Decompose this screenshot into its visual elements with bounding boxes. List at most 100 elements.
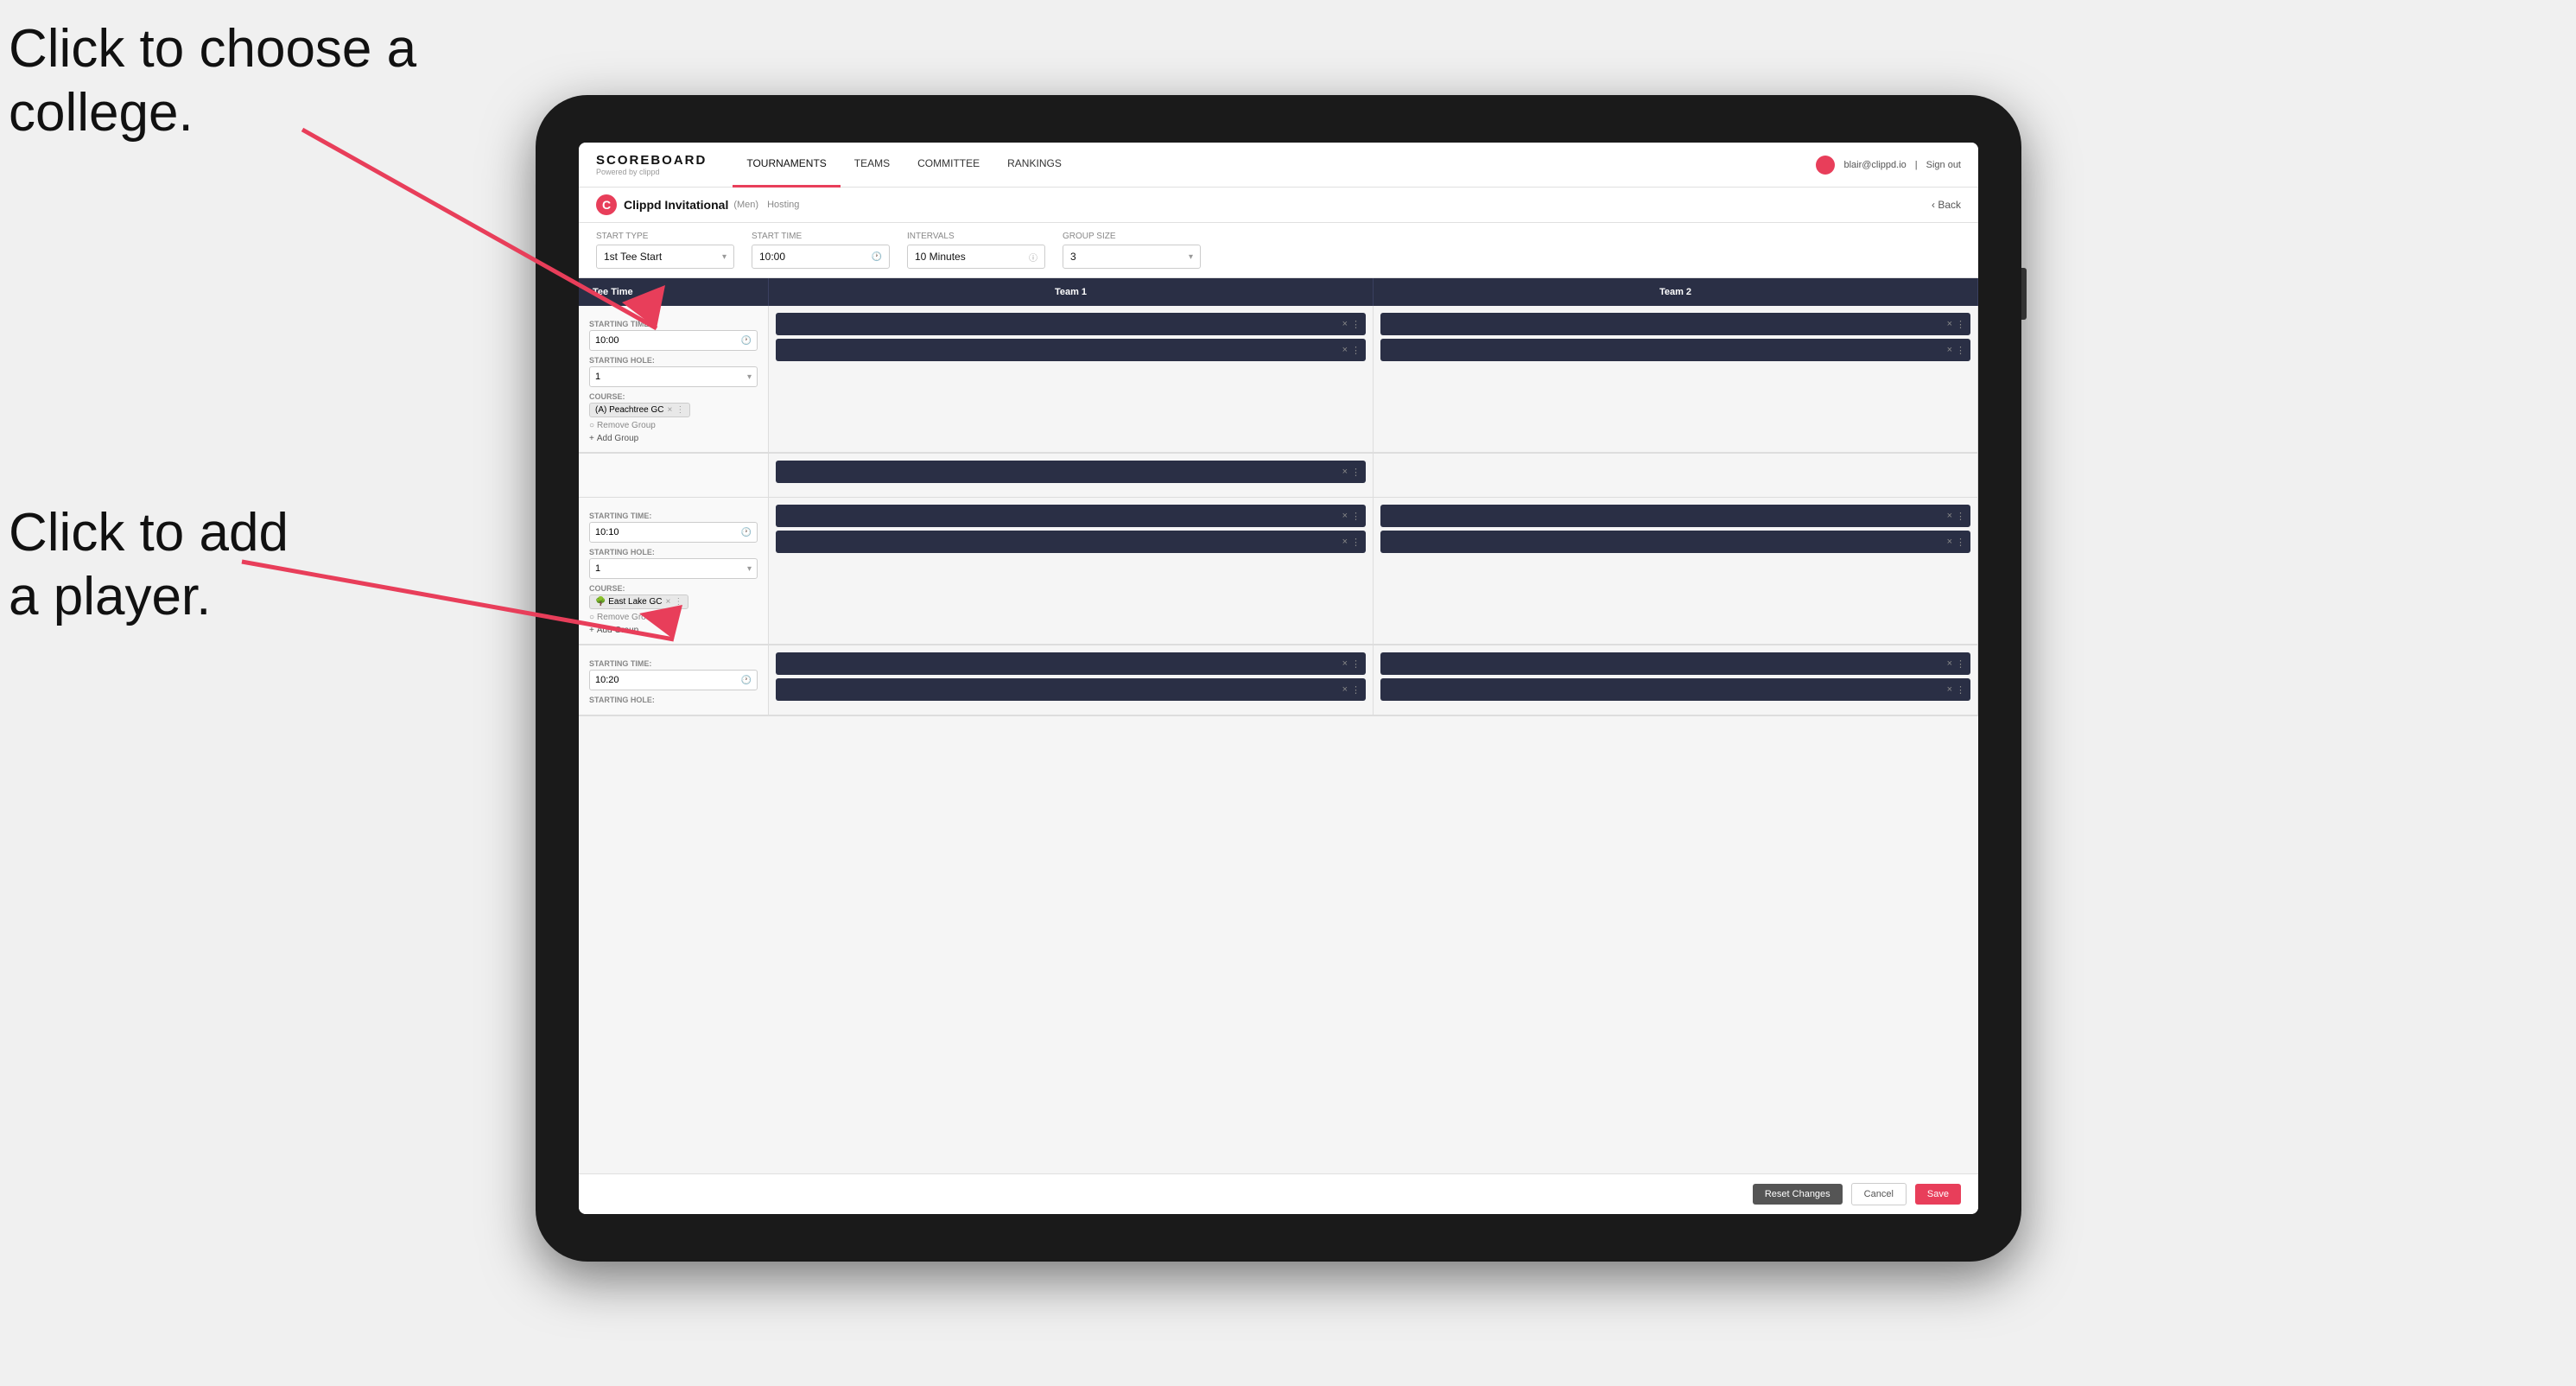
info-icon: ⓘ <box>1029 251 1037 264</box>
player-slot-t2-1-2[interactable]: × ⋮ <box>1380 339 1970 361</box>
player-x-icon-1b[interactable]: × <box>1342 467 1348 477</box>
player-slot-1-2[interactable]: × ⋮ <box>776 339 1366 361</box>
player-slot-t2-3-1[interactable]: × ⋮ <box>1380 652 1970 675</box>
player-expand-icon-2[interactable]: ⋮ <box>1351 345 1361 356</box>
starting-time-input-2[interactable]: 10:10 🕐 <box>589 522 758 543</box>
hosting-label: Hosting <box>767 200 799 210</box>
table-content: STARTING TIME: 10:00 🕐 STARTING HOLE: 1 … <box>579 306 1978 1173</box>
start-type-label: Start Type <box>596 232 734 241</box>
intervals-input[interactable]: 10 Minutes ⓘ <box>907 245 1045 269</box>
nav-link-teams[interactable]: TEAMS <box>841 143 904 188</box>
cancel-button[interactable]: Cancel <box>1851 1183 1907 1205</box>
remove-group-btn-1[interactable]: ○ Remove Group <box>589 421 758 430</box>
player-x-icon-t2-2-2[interactable]: × <box>1947 537 1952 547</box>
team1-cell-1b: × ⋮ <box>769 454 1374 497</box>
start-type-input[interactable]: 1st Tee Start ▾ <box>596 245 734 269</box>
remove-group-btn-2[interactable]: ○ Remove Group <box>589 613 758 622</box>
player-expand-icon-3-1[interactable]: ⋮ <box>1351 658 1361 670</box>
row-left-3: STARTING TIME: 10:20 🕐 STARTING HOLE: <box>579 645 769 715</box>
player-slot-2-1[interactable]: × ⋮ <box>776 505 1366 527</box>
add-group-btn-1[interactable]: + Add Group <box>589 434 758 443</box>
tournament-badge: (Men) <box>733 200 758 210</box>
intervals-field: Intervals 10 Minutes ⓘ <box>907 232 1045 269</box>
settings-bar: Start Type 1st Tee Start ▾ Start Time 10… <box>579 223 1978 278</box>
plus-icon-1: + <box>589 434 594 443</box>
nav-link-rankings[interactable]: RANKINGS <box>993 143 1075 188</box>
starting-time-input-3[interactable]: 10:20 🕐 <box>589 670 758 690</box>
player-slot-1b-1[interactable]: × ⋮ <box>776 461 1366 483</box>
tablet-power-button <box>2021 268 2027 320</box>
player-expand-icon-t2-1[interactable]: ⋮ <box>1956 319 1965 330</box>
remove-course-icon-2[interactable]: × <box>665 597 670 607</box>
course-tag-2[interactable]: 🌳 East Lake GC × ⋮ <box>589 594 688 609</box>
nav-bar: SCOREBOARD Powered by clippd TOURNAMENTS… <box>579 143 1978 188</box>
group-size-label: Group Size <box>1063 232 1201 241</box>
player-slot-3-1[interactable]: × ⋮ <box>776 652 1366 675</box>
table-row-3: STARTING TIME: 10:20 🕐 STARTING HOLE: × … <box>579 645 1978 716</box>
player-slot-t2-2-1[interactable]: × ⋮ <box>1380 505 1970 527</box>
course-expand-icon-2[interactable]: ⋮ <box>674 597 682 607</box>
avatar <box>1816 156 1835 175</box>
player-x-icon-3-2[interactable]: × <box>1342 684 1348 695</box>
nav-link-tournaments[interactable]: TOURNAMENTS <box>733 143 840 188</box>
nav-right: blair@clippd.io | Sign out <box>1816 156 1961 175</box>
annotation-bottom: Click to adda player. <box>9 501 289 630</box>
save-button[interactable]: Save <box>1915 1184 1961 1205</box>
chevron-icon-2: ▾ <box>747 564 752 574</box>
start-time-label: Start Time <box>752 232 890 241</box>
player-x-icon-2-2[interactable]: × <box>1342 537 1348 547</box>
player-x-icon-2[interactable]: × <box>1342 345 1348 355</box>
starting-time-input-1[interactable]: 10:00 🕐 <box>589 330 758 351</box>
table-row: STARTING TIME: 10:00 🕐 STARTING HOLE: 1 … <box>579 306 1978 454</box>
remove-course-icon-1[interactable]: × <box>667 405 672 415</box>
player-expand-icon-t2-3-1[interactable]: ⋮ <box>1956 658 1965 670</box>
player-slot-2-2[interactable]: × ⋮ <box>776 531 1366 553</box>
player-expand-icon-1b[interactable]: ⋮ <box>1351 467 1361 478</box>
player-expand-icon-2-2[interactable]: ⋮ <box>1351 537 1361 548</box>
player-x-icon[interactable]: × <box>1342 319 1348 329</box>
player-expand-icon-t2-2-2[interactable]: ⋮ <box>1956 537 1965 548</box>
player-expand-icon-t2-3-2[interactable]: ⋮ <box>1956 684 1965 696</box>
player-x-icon-t2-2[interactable]: × <box>1947 345 1952 355</box>
player-expand-icon-t2-2[interactable]: ⋮ <box>1956 345 1965 356</box>
sign-out-link[interactable]: Sign out <box>1926 160 1961 170</box>
player-x-icon-t2-1[interactable]: × <box>1947 319 1952 329</box>
player-x-icon-t2-2-1[interactable]: × <box>1947 511 1952 521</box>
user-email: blair@clippd.io <box>1843 160 1906 170</box>
separator: | <box>1915 160 1918 170</box>
col-team1: Team 1 <box>769 278 1374 306</box>
nav-link-committee[interactable]: COMMITTEE <box>904 143 993 188</box>
course-tag-1[interactable]: (A) Peachtree GC × ⋮ <box>589 403 690 417</box>
course-expand-icon-1[interactable]: ⋮ <box>676 405 684 415</box>
group-size-input[interactable]: 3 ▾ <box>1063 245 1201 269</box>
player-x-icon-2-1[interactable]: × <box>1342 511 1348 521</box>
player-slot-3-2[interactable]: × ⋮ <box>776 678 1366 701</box>
player-x-icon-t2-3-1[interactable]: × <box>1947 658 1952 669</box>
player-x-icon-3-1[interactable]: × <box>1342 658 1348 669</box>
intervals-label: Intervals <box>907 232 1045 241</box>
nav-logo-title: SCOREBOARD <box>596 153 707 168</box>
player-expand-icon-3-2[interactable]: ⋮ <box>1351 684 1361 696</box>
starting-hole-input-2[interactable]: 1 ▾ <box>589 558 758 579</box>
plus-icon-2: + <box>589 626 594 635</box>
team2-cell-1: × ⋮ × ⋮ <box>1374 306 1978 452</box>
table-row-1b: × ⋮ <box>579 454 1978 498</box>
team2-cell-1b <box>1374 454 1978 497</box>
start-time-input[interactable]: 10:00 🕐 <box>752 245 890 269</box>
player-slot-t2-3-2[interactable]: × ⋮ <box>1380 678 1970 701</box>
player-expand-icon[interactable]: ⋮ <box>1351 319 1361 330</box>
add-group-btn-2[interactable]: + Add Group <box>589 626 758 635</box>
player-slot-t2-2-2[interactable]: × ⋮ <box>1380 531 1970 553</box>
starting-hole-input-1[interactable]: 1 ▾ <box>589 366 758 387</box>
player-expand-icon-2-1[interactable]: ⋮ <box>1351 511 1361 522</box>
player-x-icon-t2-3-2[interactable]: × <box>1947 684 1952 695</box>
table-row-2: STARTING TIME: 10:10 🕐 STARTING HOLE: 1 … <box>579 498 1978 645</box>
player-slot-1-1[interactable]: × ⋮ <box>776 313 1366 335</box>
player-slot-t2-1-1[interactable]: × ⋮ <box>1380 313 1970 335</box>
back-button[interactable]: ‹ Back <box>1932 199 1961 211</box>
starting-hole-label-3: STARTING HOLE: <box>589 696 758 704</box>
reset-changes-button[interactable]: Reset Changes <box>1753 1184 1843 1205</box>
row-left-1b <box>579 454 769 497</box>
player-expand-icon-t2-2-1[interactable]: ⋮ <box>1956 511 1965 522</box>
course-label-1: COURSE: <box>589 392 758 401</box>
